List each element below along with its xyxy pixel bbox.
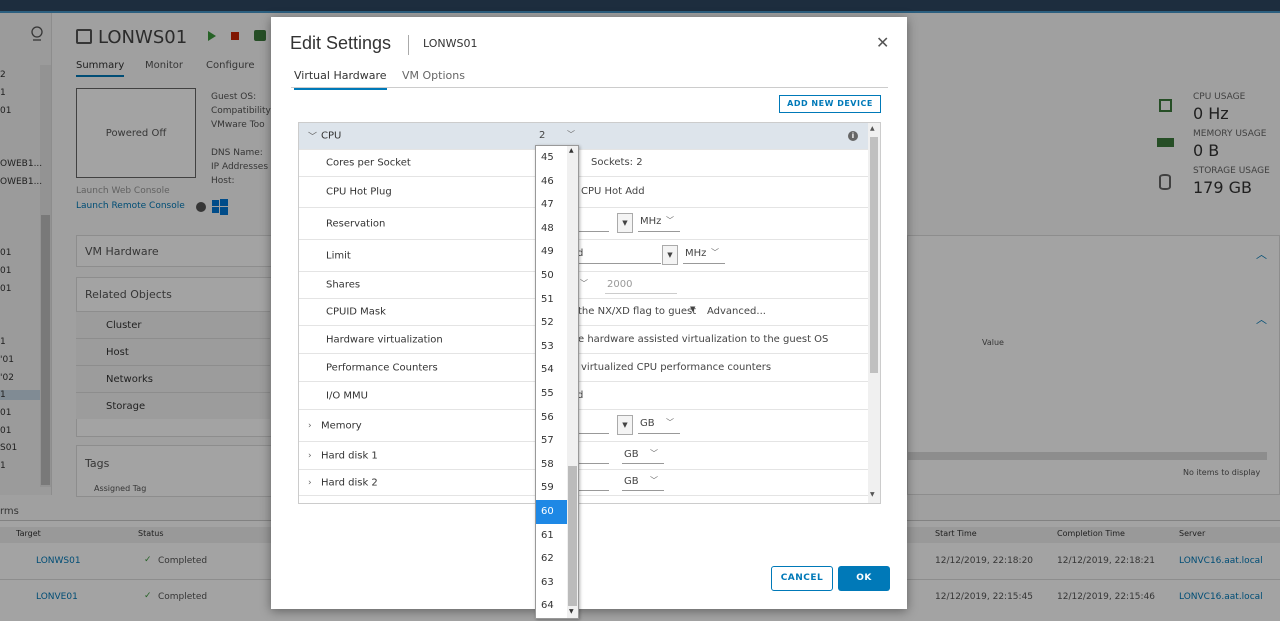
hard-disk-2-label: Hard disk 2 xyxy=(321,477,378,488)
hardware-virtualization-row: Hardware virtualization e hardware assis… xyxy=(299,326,868,354)
memory-row[interactable]: › Memory ▼ GB ﹀ xyxy=(299,410,868,442)
cpu-option-52[interactable]: 52 xyxy=(536,311,567,335)
memory-dropdown-button[interactable]: ▼ xyxy=(617,415,633,435)
chevron-down-icon[interactable]: ﹀ xyxy=(650,448,658,459)
hard-disk-2-unit[interactable]: GB xyxy=(624,476,639,487)
cpu-option-59[interactable]: 59 xyxy=(536,476,567,500)
memory-unit[interactable]: GB xyxy=(640,418,655,429)
cpu-hot-add-checkbox-label[interactable]: CPU Hot Add xyxy=(581,186,645,197)
scroll-down-arrow-icon[interactable]: ▼ xyxy=(569,608,574,615)
scroll-up-arrow-icon[interactable]: ▲ xyxy=(569,147,574,154)
cpu-option-53[interactable]: 53 xyxy=(536,335,567,359)
info-icon[interactable]: i xyxy=(848,131,858,141)
hardware-virtualization-option[interactable]: e hardware assisted virtualization to th… xyxy=(578,334,828,345)
limit-unit[interactable]: MHz xyxy=(685,248,706,259)
chevron-down-icon[interactable]: ﹀ xyxy=(580,278,588,289)
cpu-row[interactable]: ﹀ CPU 2 ﹀ i xyxy=(299,123,868,150)
shares-value: 2000 xyxy=(607,279,633,290)
cpu-option-61[interactable]: 61 xyxy=(536,524,567,548)
scroll-down-arrow-icon[interactable]: ▼ xyxy=(870,491,875,498)
limit-dropdown-button[interactable]: ▼ xyxy=(662,245,678,265)
performance-counters-row: Performance Counters virtualized CPU per… xyxy=(299,354,868,382)
cores-per-socket-label: Cores per Socket xyxy=(326,157,411,169)
cpu-option-64[interactable]: 64 xyxy=(536,594,567,618)
sockets-value: Sockets: 2 xyxy=(591,157,643,168)
cpu-option-47[interactable]: 47 xyxy=(536,193,567,217)
cpuid-mask-select[interactable]: the NX/XD flag to guest xyxy=(578,306,696,317)
reservation-dropdown-button[interactable]: ▼ xyxy=(617,213,633,233)
cpu-option-60[interactable]: 60 xyxy=(536,500,567,524)
chevron-down-icon[interactable]: ﹀ xyxy=(666,215,674,226)
chevron-down-icon[interactable]: ﹀ xyxy=(711,247,719,258)
cpu-option-63[interactable]: 63 xyxy=(536,571,567,595)
edit-settings-dialog: Edit Settings LONWS01 ✕ Virtual Hardware… xyxy=(271,17,907,609)
cpu-hot-plug-label: CPU Hot Plug xyxy=(326,186,392,198)
chevron-right-icon[interactable]: › xyxy=(308,421,312,431)
memory-label: Memory xyxy=(321,420,362,431)
cpu-option-55[interactable]: 55 xyxy=(536,382,567,406)
cpu-option-46[interactable]: 46 xyxy=(536,170,567,194)
grid-scroll-thumb[interactable] xyxy=(870,137,878,373)
chevron-down-icon[interactable]: ﹀ xyxy=(666,417,674,428)
dropdown-scrollbar[interactable]: ▲ ▼ xyxy=(567,146,578,618)
cores-per-socket-row: Cores per Socket Sockets: 2 xyxy=(299,150,868,177)
chevron-right-icon[interactable]: › xyxy=(308,451,312,461)
limit-row: Limit d ▼ MHz ﹀ xyxy=(299,240,868,272)
cpu-option-45[interactable]: 45 xyxy=(536,146,567,170)
dropdown-arrow-icon[interactable]: ▼ xyxy=(690,305,695,313)
tab-divider xyxy=(291,87,888,88)
hard-disk-1-label: Hard disk 1 xyxy=(321,450,378,461)
performance-counters-label: Performance Counters xyxy=(326,362,438,373)
add-new-device-button[interactable]: ADD NEW DEVICE xyxy=(779,95,881,113)
ok-button[interactable]: OK xyxy=(838,566,890,591)
cpuid-mask-label: CPUID Mask xyxy=(326,306,386,318)
cancel-button[interactable]: CANCEL xyxy=(771,566,833,591)
tab-vm-options[interactable]: VM Options xyxy=(402,69,465,87)
limit-label: Limit xyxy=(326,250,351,261)
hard-disk-1-row[interactable]: › Hard disk 1 GB ﹀ xyxy=(299,442,868,470)
cpu-option-54[interactable]: 54 xyxy=(536,358,567,382)
cpu-hot-plug-row: CPU Hot Plug CPU Hot Add xyxy=(299,177,868,208)
cpu-option-49[interactable]: 49 xyxy=(536,240,567,264)
hard-disk-2-row[interactable]: › Hard disk 2 GB ﹀ xyxy=(299,470,868,496)
cpu-option-56[interactable]: 56 xyxy=(536,406,567,430)
chevron-down-icon[interactable]: ﹀ xyxy=(567,129,575,140)
hardware-virtualization-label: Hardware virtualization xyxy=(326,334,443,345)
shares-row: Shares ﹀ 2000 xyxy=(299,272,868,299)
cpu-label: CPU xyxy=(321,130,342,142)
io-mmu-row: I/O MMU d xyxy=(299,382,868,410)
performance-counters-option[interactable]: virtualized CPU performance counters xyxy=(581,362,771,373)
cpu-option-51[interactable]: 51 xyxy=(536,288,567,312)
scroll-up-arrow-icon[interactable]: ▲ xyxy=(870,125,875,132)
cpu-value-select[interactable]: 2 xyxy=(539,130,545,141)
grid-scrollbar[interactable]: ▲ ▼ xyxy=(868,123,880,503)
chevron-down-icon[interactable]: ﹀ xyxy=(308,130,317,143)
cpu-option-57[interactable]: 57 xyxy=(536,429,567,453)
close-icon[interactable]: ✕ xyxy=(876,35,889,51)
dialog-title: Edit Settings xyxy=(290,33,392,53)
shares-label: Shares xyxy=(326,279,361,291)
dialog-subtitle: LONWS01 xyxy=(423,37,478,50)
reservation-row: Reservation ▼ MHz ﹀ xyxy=(299,208,868,240)
title-separator xyxy=(408,35,409,55)
cpu-options-dropdown[interactable]: 45 46 47 48 49 50 51 52 53 54 55 56 57 58 59 60 61 62 63 64… xyxy=(535,145,579,619)
top-bar xyxy=(0,0,1280,13)
cpu-option-48[interactable]: 48 xyxy=(536,217,567,241)
reservation-unit[interactable]: MHz xyxy=(640,216,661,227)
hard-disk-1-unit[interactable]: GB xyxy=(624,449,639,460)
chevron-right-icon[interactable]: › xyxy=(308,478,312,488)
reservation-label: Reservation xyxy=(326,218,386,229)
io-mmu-label: I/O MMU xyxy=(326,390,368,401)
dropdown-scroll-thumb[interactable] xyxy=(568,466,577,606)
hardware-grid: ﹀ CPU 2 ﹀ i Cores per Socket Sockets: 2 … xyxy=(298,122,881,504)
cpu-option-62[interactable]: 62 xyxy=(536,547,567,571)
cpu-option-58[interactable]: 58 xyxy=(536,453,567,477)
cpuid-mask-row: CPUID Mask the NX/XD flag to guest ▼ Adv… xyxy=(299,299,868,326)
cpu-option-50[interactable]: 50 xyxy=(536,264,567,288)
advanced-link[interactable]: Advanced... xyxy=(707,306,766,317)
chevron-down-icon[interactable]: ﹀ xyxy=(650,475,658,486)
